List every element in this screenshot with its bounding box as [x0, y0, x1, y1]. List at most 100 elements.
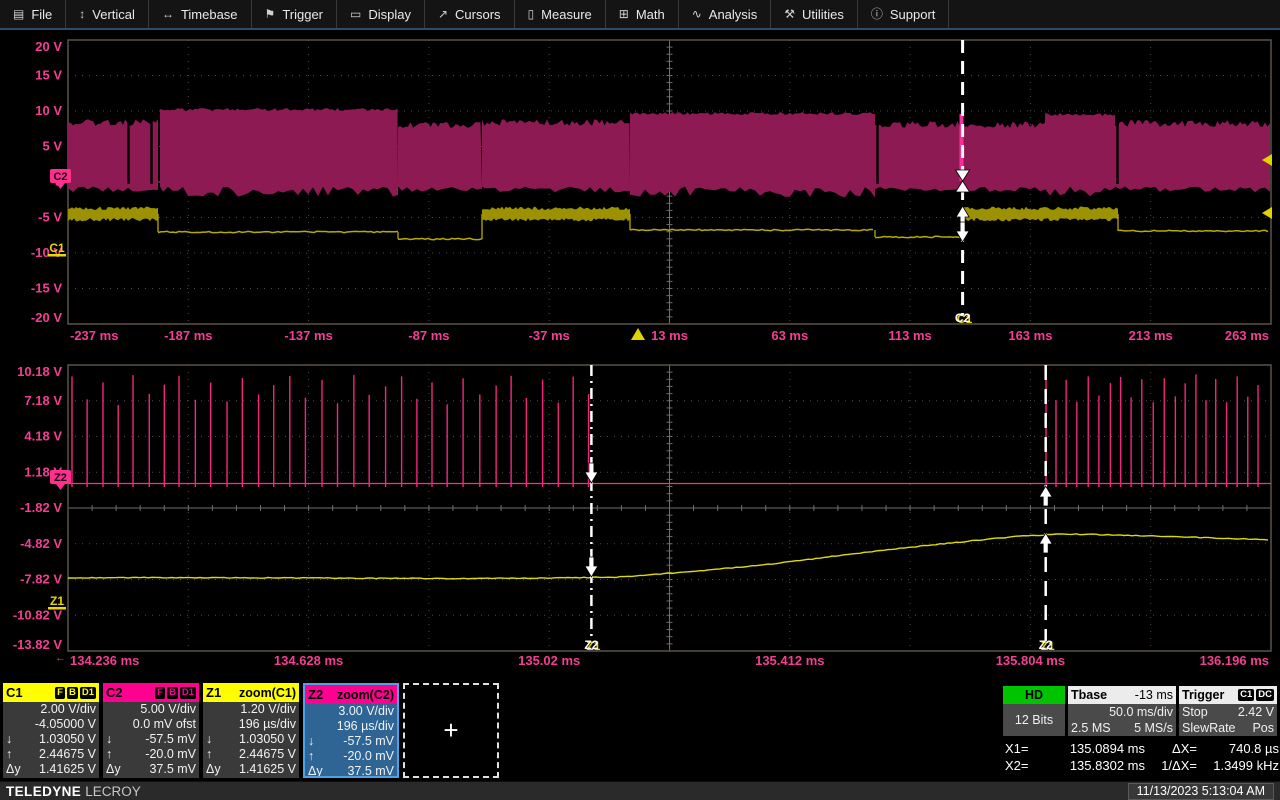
- delta-y-label: Δy: [308, 764, 323, 778]
- display-icon: ▭: [350, 8, 361, 20]
- x-axis-label: -237 ms: [70, 328, 118, 343]
- stat-value: 37.5 mV: [149, 762, 196, 777]
- x1-value: 135.0894 ms: [1043, 740, 1145, 757]
- invdx-value: 1.3499 kHz: [1197, 757, 1279, 774]
- support-icon: ⓘ: [871, 8, 883, 20]
- menu-item-cursors[interactable]: ↗Cursors: [425, 0, 515, 28]
- flag-badge: D1: [180, 687, 196, 699]
- x-axis-label: 13 ms: [651, 328, 688, 343]
- stat-value: -57.5 mV: [145, 732, 196, 747]
- svg-text:C2: C2: [53, 171, 67, 183]
- trace-descriptor-z2[interactable]: Z2zoom(C2)3.00 V/div196 µs/div↓-57.5 mV↑…: [303, 683, 399, 778]
- descriptor-stat-row: ↓-57.5 mV: [103, 732, 199, 747]
- stat-value: 1.03050 V: [239, 732, 296, 747]
- x-axis-label: 135.02 ms: [518, 653, 580, 668]
- z1-zero-badge[interactable]: Z1: [48, 594, 66, 610]
- oscilloscope-app: ▤File↕Vertical↔Timebase⚑Trigger▭Display↗…: [0, 0, 1280, 800]
- menu-item-math[interactable]: ⊞Math: [606, 0, 679, 28]
- menu-item-label: Analysis: [709, 7, 757, 22]
- stat-value: -20.0 mV: [145, 747, 196, 762]
- timebase-title: Tbase: [1071, 688, 1107, 702]
- invdx-label: 1/ΔX=: [1145, 757, 1197, 774]
- trace-flags: FBD1: [53, 687, 96, 699]
- dx-label: ΔX=: [1145, 740, 1197, 757]
- x-axis-label: 134.628 ms: [274, 653, 343, 668]
- descriptor-stat-row: ↓1.03050 V: [3, 732, 99, 747]
- cursors-icon: ↗: [438, 8, 448, 20]
- menu-item-measure[interactable]: ▯Measure: [515, 0, 606, 28]
- hd-header: HD: [1003, 686, 1065, 704]
- stat-value: 1.41625 V: [39, 762, 96, 777]
- trigger-level-marker[interactable]: [1262, 207, 1272, 219]
- descriptor-stat-row: ↓-57.5 mV: [305, 734, 397, 749]
- trace-descriptor-c1[interactable]: C1FBD12.00 V/div-4.05000 V↓1.03050 V↑2.4…: [3, 683, 99, 778]
- menu-item-trigger[interactable]: ⚑Trigger: [252, 0, 337, 28]
- menu-item-vertical[interactable]: ↕Vertical: [66, 0, 149, 28]
- y-axis-label: -13.82 V: [13, 637, 62, 652]
- menu-item-support[interactable]: ⓘ Support: [858, 0, 950, 28]
- trace-source: zoom(C1): [239, 686, 296, 700]
- menu-item-label: Trigger: [282, 7, 323, 22]
- menu-item-label: Math: [636, 7, 665, 22]
- menu-item-display[interactable]: ▭Display: [337, 0, 425, 28]
- cursor-label: Z2: [584, 638, 598, 652]
- c2-trace: [68, 108, 1270, 198]
- scope-display[interactable]: 20 V15 V10 V5 V0-5 V-10 V-15 V-20 V-237 …: [0, 0, 1280, 680]
- menu-item-timebase[interactable]: ↔Timebase: [149, 0, 252, 28]
- flag-badge: F: [155, 687, 165, 699]
- descriptor-value: 0.0 mV ofst: [103, 717, 199, 732]
- x2-value: 135.8302 ms: [1043, 757, 1145, 774]
- stat-value: 37.5 mV: [347, 764, 394, 778]
- flag-badge: B: [67, 687, 78, 699]
- trigger-mode: Stop: [1182, 704, 1208, 720]
- x-axis-label: 213 ms: [1129, 328, 1173, 343]
- max-arrow-icon: ↑: [308, 749, 314, 764]
- y-axis-label: 5 V: [42, 139, 62, 154]
- add-trace-box[interactable]: +: [403, 683, 499, 778]
- hd-status-box[interactable]: HD 12 Bits: [1003, 686, 1065, 736]
- y-axis-label: -4.82 V: [20, 536, 62, 551]
- min-arrow-icon: ↓: [308, 734, 314, 749]
- trigger-badges: C1DC: [1236, 689, 1274, 701]
- y-axis-label: 4.18 V: [24, 429, 62, 444]
- max-arrow-icon: ↑: [106, 747, 112, 762]
- x-axis-label: -37 ms: [529, 328, 570, 343]
- max-arrow-icon: ↑: [206, 747, 212, 762]
- trace-flags: FBD1: [153, 687, 196, 699]
- descriptor-stat-row: Δy1.41625 V: [203, 762, 299, 777]
- cursor-x2[interactable]: Z1Z2: [1039, 365, 1055, 653]
- cursor-label: C2: [955, 311, 971, 325]
- trigger-title: Trigger: [1182, 688, 1224, 702]
- menu-item-label: File: [31, 7, 52, 22]
- trace-id: C2: [106, 685, 123, 700]
- menu-item-utilities[interactable]: ⚒Utilities: [771, 0, 858, 28]
- x-axis-label: 135.412 ms: [755, 653, 824, 668]
- c1-zero-badge[interactable]: C1: [48, 241, 66, 257]
- timebase-box[interactable]: Tbase -13 ms 50.0 ms/div 2.5 MS 5 MS/s: [1068, 686, 1176, 736]
- menu-item-analysis[interactable]: ∿Analysis: [679, 0, 771, 28]
- file-icon: ▤: [13, 8, 24, 20]
- trigger-time-marker[interactable]: [631, 328, 645, 340]
- menu-item-file[interactable]: ▤ File: [0, 0, 66, 28]
- trigger-source-badge: DC: [1256, 689, 1274, 701]
- trace-source: zoom(C2): [337, 688, 394, 702]
- c1-trace: [68, 207, 1268, 240]
- timebase-offset: -13 ms: [1135, 688, 1173, 702]
- cursor-x1[interactable]: Z1Z2: [584, 365, 600, 653]
- descriptor-value: 196 µs/div: [305, 719, 397, 734]
- descriptor-value: 2.00 V/div: [3, 702, 99, 717]
- bottom-grid: 10.18 V7.18 V4.18 V1.18 V-1.82 V-4.82 V-…: [13, 364, 1271, 668]
- trace-descriptor-c2[interactable]: C2FBD15.00 V/div0.0 mV ofst↓-57.5 mV↑-20…: [103, 683, 199, 778]
- trigger-box[interactable]: Trigger C1DC Stop 2.42 V SlewRate Pos: [1179, 686, 1277, 736]
- descriptor-value: 3.00 V/div: [305, 704, 397, 719]
- descriptor-value: 196 µs/div: [203, 717, 299, 732]
- descriptor-stat-row: ↑ -20.0 mV: [103, 747, 199, 762]
- cursor-arrow-up-icon: [1039, 486, 1052, 506]
- y-axis-label: -15 V: [31, 281, 62, 296]
- y-axis-label: 15 V: [35, 68, 62, 83]
- trigger-slope: Pos: [1252, 720, 1274, 736]
- stat-value: -20.0 mV: [343, 749, 394, 764]
- menu-item-label: Support: [890, 7, 936, 22]
- trace-descriptor-z1[interactable]: Z1zoom(C1)1.20 V/div196 µs/div↓1.03050 V…: [203, 683, 299, 778]
- x1-label: X1=: [1005, 740, 1043, 757]
